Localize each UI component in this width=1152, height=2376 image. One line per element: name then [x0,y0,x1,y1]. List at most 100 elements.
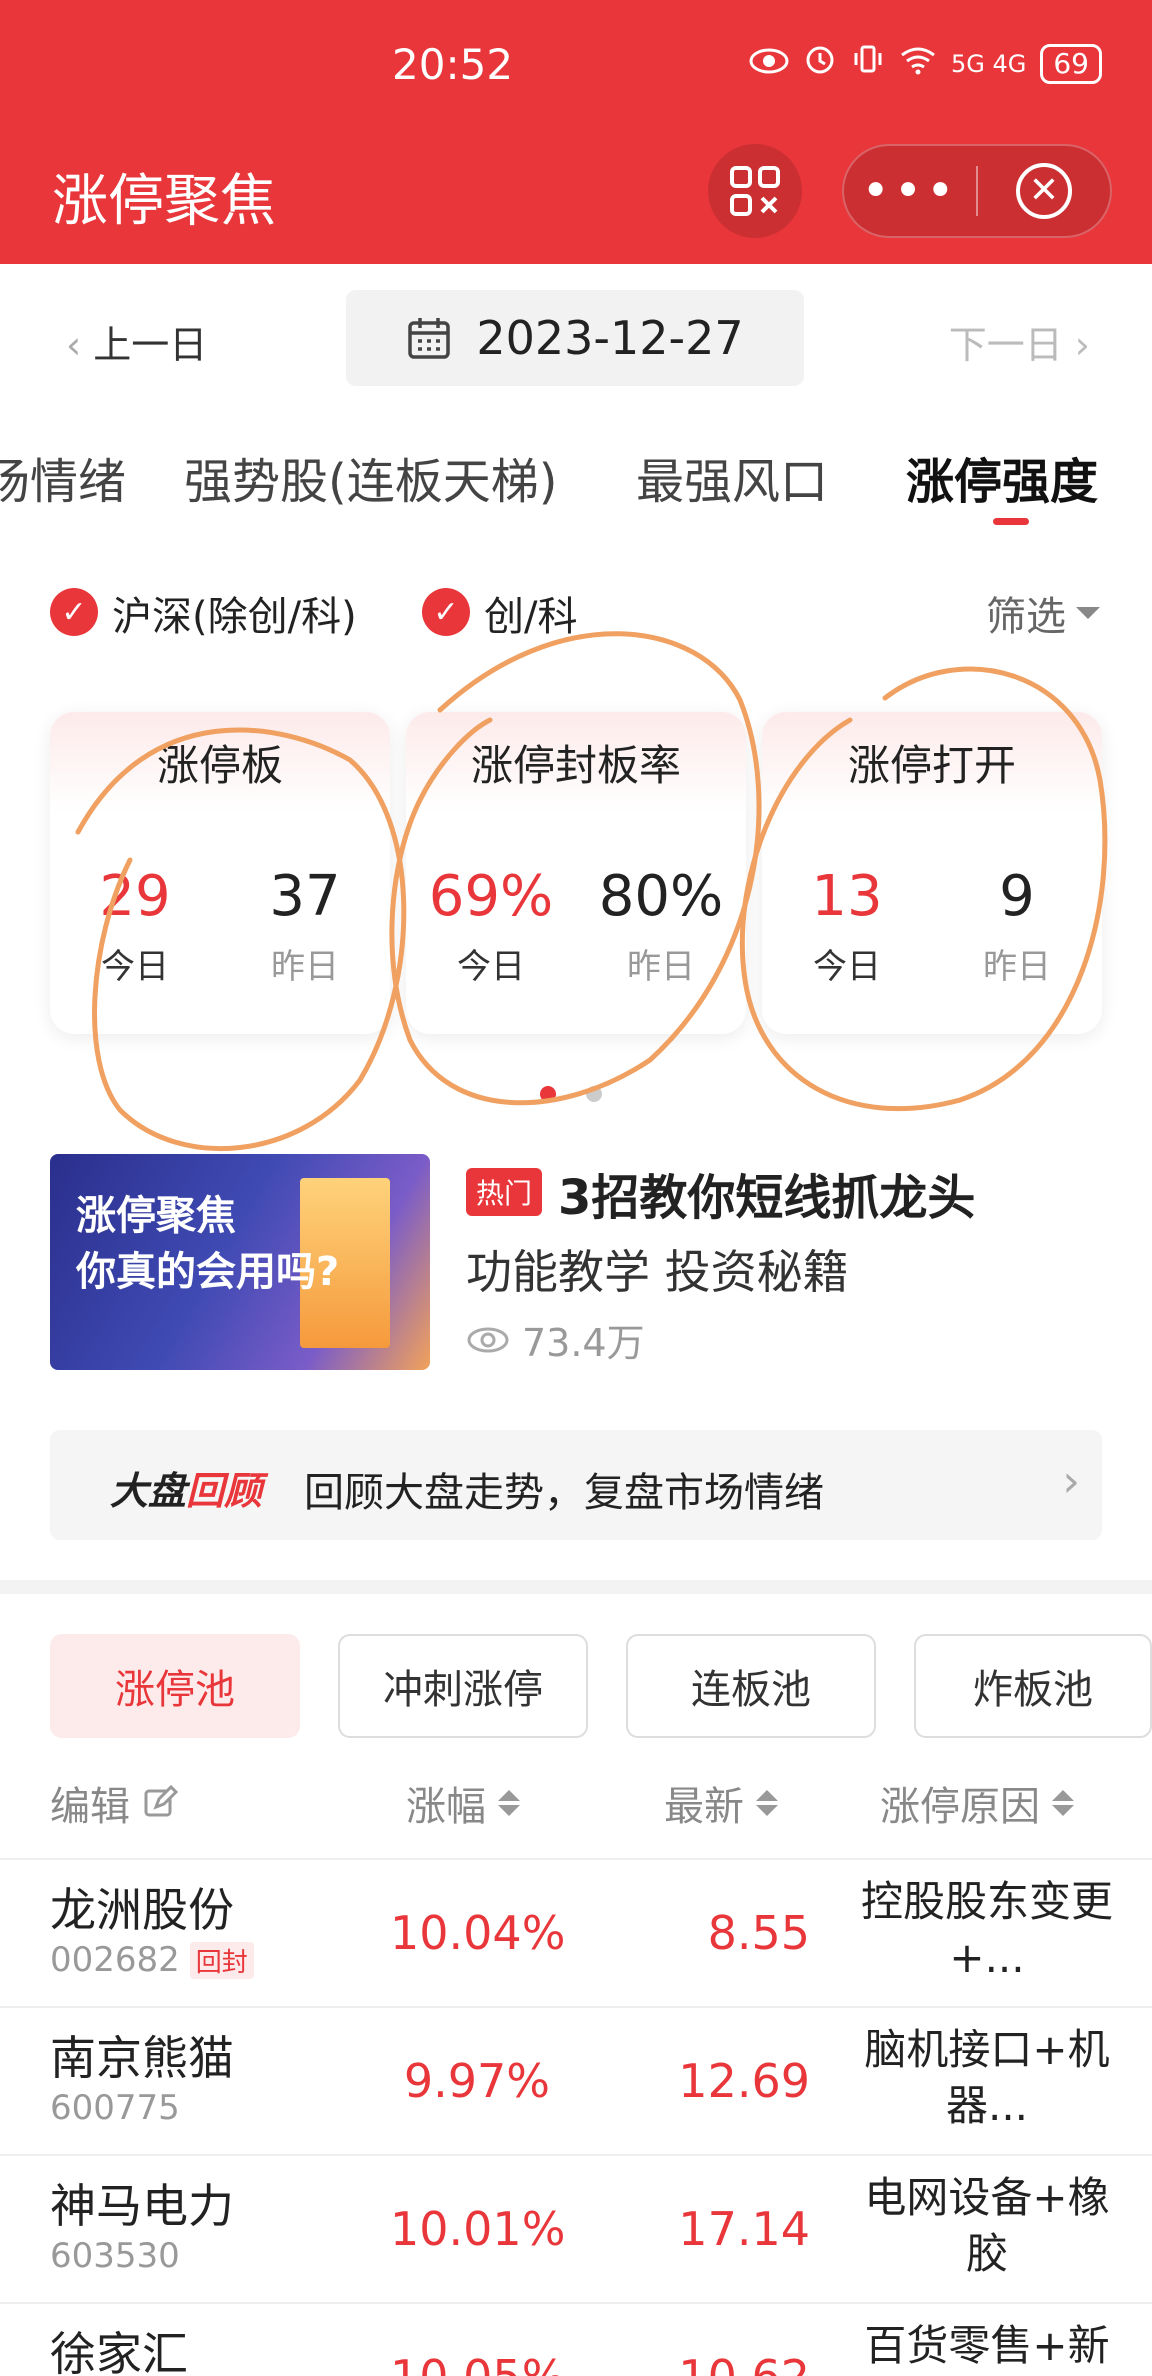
pool-tab-consecutive[interactable]: 连板池 [626,1634,876,1738]
today-label: 今日 [101,947,169,987]
section-divider [0,1580,1152,1594]
price-value: 12.69 [678,2054,810,2108]
close-icon: ✕ [1016,163,1072,219]
yesterday-label: 昨日 [627,947,695,987]
filter-main-board[interactable]: 沪深(除创/科) [112,584,357,642]
tab-limit-up-strength[interactable]: 涨停强度 [906,442,1098,512]
calendar-icon [408,318,451,359]
chevron-right-icon: › [1062,1456,1080,1507]
filter-gem-star[interactable]: 创/科 [484,584,577,642]
card-title: 涨停板 [50,712,390,812]
mini-program-capsule: ••• ✕ [842,144,1112,238]
chevron-left-icon: ‹ [66,323,82,367]
section-tabs: 场情绪 强势股(连板天梯) 最强风口 涨停强度 [0,430,1152,540]
stock-code-line: 603530 [50,2236,180,2276]
hot-badge: 热门 [466,1168,543,1216]
card-title: 涨停打开 [762,712,1102,812]
status-icons: 5G 4G 69 [749,42,1102,85]
table-row[interactable]: 龙洲股份 002682 回封 10.04% 8.55 控股股东变更+... [0,1858,1152,2006]
yesterday-label: 昨日 [271,947,339,987]
eye-icon [467,1327,509,1352]
yesterday-label: 昨日 [983,947,1051,987]
table-row[interactable]: 南京熊猫 600775 9.97% 12.69 脑机接口+机器... [0,2006,1152,2154]
table-row[interactable]: 神马电力 603530 10.01% 17.14 电网设备+橡胶 [0,2154,1152,2302]
pool-tab-limit-up[interactable]: 涨停池 [50,1634,300,1738]
review-logo: 大盘回顾 [110,1469,263,1513]
sort-latest-header[interactable]: 最新 [664,1774,778,1832]
review-text: 回顾大盘走势，复盘市场情绪 [304,1470,824,1516]
sort-icon [756,1790,778,1816]
today-value: 29 [99,864,171,929]
pool-tab-broken[interactable]: 炸板池 [914,1634,1152,1738]
stat-card-seal-rate[interactable]: 涨停封板率 69% 今日 80% 昨日 [406,712,746,1034]
qr-scan-button[interactable] [708,144,802,238]
yesterday-value: 37 [269,864,341,929]
today-value: 69% [428,864,554,929]
stat-card-limit-up[interactable]: 涨停板 29 今日 37 昨日 [50,712,390,1034]
change-value: 9.97% [403,2054,550,2108]
stat-card-limit-open[interactable]: 涨停打开 13 今日 9 昨日 [762,712,1102,1034]
edit-icon [144,1785,178,1817]
sort-reason-header[interactable]: 涨停原因 [880,1774,1074,1832]
card-title: 涨停封板率 [406,712,746,812]
stock-code-line: 600775 [50,2088,180,2128]
more-dots-icon: ••• [861,163,959,219]
reason-text: 脑机接口+机器... [864,2025,1110,2130]
stock-name: 徐家汇 [50,2327,188,2376]
signal-icon: 5G 4G [950,49,1027,78]
table-row[interactable]: 徐家汇 10.05% 10.62 百货零售+新 [0,2302,1152,2376]
sort-change-header[interactable]: 涨幅 [406,1774,520,1832]
promo-image-text: 涨停聚焦 你真的会用吗? [76,1193,340,1295]
alarm-icon [803,42,837,85]
active-tab-indicator [993,518,1029,525]
prev-day-button[interactable]: ‹ 上一日 [66,314,207,369]
pool-tab-approaching[interactable]: 冲刺涨停 [338,1634,588,1738]
market-filters: ✓ 沪深(除创/科) ✓ 创/科 筛选 [0,578,1152,642]
checkbox-checked-icon[interactable]: ✓ [422,588,470,636]
pager-dot [586,1086,602,1102]
checkbox-checked-icon[interactable]: ✓ [50,588,98,636]
date-picker[interactable]: 2023-12-27 [346,290,804,386]
stock-name: 龙洲股份 [50,1883,234,1937]
page-title: 涨停聚焦 [52,169,276,234]
table-header: 编辑 涨幅 最新 涨停原因 [0,1768,1152,1838]
more-button[interactable]: ••• [844,146,976,236]
stock-name: 南京熊猫 [50,2031,234,2085]
price-value: 17.14 [678,2202,810,2256]
app-header: 20:52 5G 4G 69 涨停聚焦 ••• ✕ [0,0,1152,264]
date-value: 2023-12-27 [476,311,744,365]
screen-label: 筛选 [986,594,1066,640]
edit-column-button[interactable]: 编辑 [50,1774,178,1832]
wifi-icon [899,44,937,84]
next-day-button[interactable]: 下一日 › [949,314,1090,369]
change-value: 10.04% [390,1906,566,1960]
reason-text: 电网设备+橡胶 [864,2173,1110,2278]
stock-code: 603530 [50,2236,180,2276]
next-day-label: 下一日 [948,323,1063,367]
reason-text: 百货零售+新 [864,2321,1110,2370]
tab-hot-sectors[interactable]: 最强风口 [636,442,828,512]
yesterday-value: 9 [999,864,1035,929]
reason-text: 控股股东变更+... [860,1877,1113,1982]
tab-market-sentiment[interactable]: 场情绪 [0,442,126,512]
pager-dot-active [540,1086,556,1102]
view-count: 73.4万 [522,1321,645,1365]
price-value: 10.62 [648,2350,810,2376]
promo-views: 73.4万 [466,1312,645,1367]
carousel-pager [540,1086,602,1102]
market-review-bar[interactable]: 大盘回顾 回顾大盘走势，复盘市场情绪 › [50,1430,1102,1540]
yesterday-value: 80% [598,864,724,929]
caret-down-icon [1076,607,1100,619]
vibrate-icon [851,42,885,85]
promo-subtitle: 功能教学 投资秘籍 [466,1245,849,1299]
today-label: 今日 [457,947,525,987]
change-value: 10.05% [390,2350,565,2376]
promo-title[interactable]: 3招教你短线抓龙头 [558,1158,975,1228]
change-value: 10.01% [390,2202,566,2256]
screen-dropdown[interactable]: 筛选 [986,584,1100,642]
qr-code-icon [730,166,780,216]
close-button[interactable]: ✕ [978,146,1110,236]
promo-banner-image[interactable]: 涨停聚焦 你真的会用吗? [50,1154,430,1370]
tab-strong-stocks[interactable]: 强势股(连板天梯) [184,442,557,512]
stock-name: 神马电力 [50,2179,234,2233]
